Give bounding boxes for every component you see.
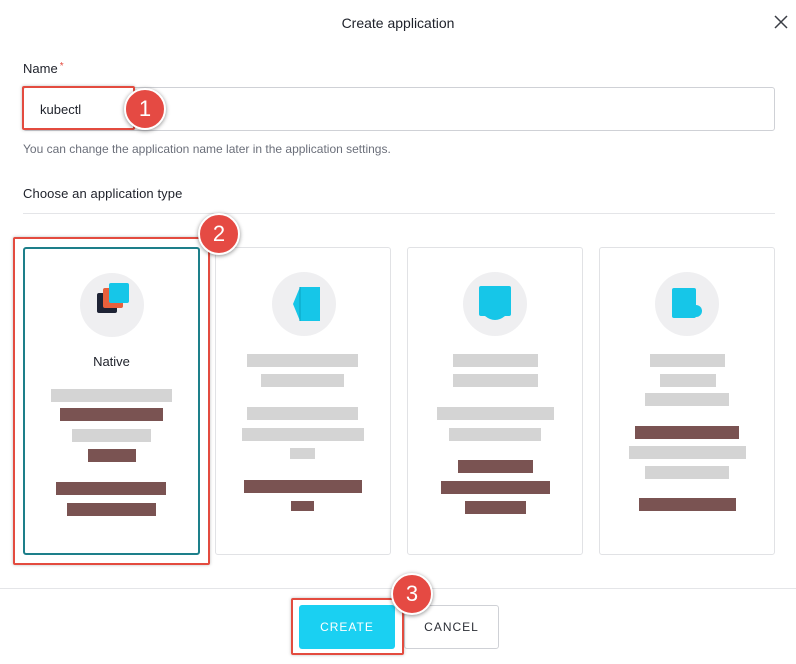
step-marker-2: 2 [198,213,240,255]
step-marker-1: 1 [124,88,166,130]
web-app-icon [479,286,511,320]
required-mark: * [59,61,64,72]
redacted-text [458,460,533,473]
redacted-text [291,501,314,511]
redacted-text [244,480,362,493]
redacted-text [453,354,538,367]
redacted-text [629,446,746,459]
web-app-icon-circle [463,272,527,336]
single-page-app-icon [293,287,320,321]
app-type-card-2[interactable] [215,247,391,555]
redacted-text [453,374,538,387]
redacted-text [660,374,716,387]
close-icon [774,15,788,29]
redacted-text [635,426,739,439]
name-label-text: Name [23,61,58,76]
app-type-card-3[interactable] [407,247,583,555]
name-label: Name * [23,61,64,76]
spa-icon-circle [272,272,336,336]
highlight-create-button [291,598,404,655]
dialog-title: Create application [341,15,455,31]
redacted-text [639,498,736,511]
redacted-text [441,481,550,494]
redacted-text [650,354,725,367]
redacted-text [242,428,364,441]
redacted-text [290,448,315,459]
redacted-text [449,428,541,441]
app-type-card-4[interactable] [599,247,775,555]
redacted-text [645,466,729,479]
close-button[interactable] [769,10,793,34]
m2m-icon-circle [655,272,719,336]
highlight-native-card [13,237,210,565]
step-marker-3: 3 [391,573,433,615]
redacted-text [247,354,358,367]
highlight-name-input [22,86,135,130]
redacted-text [645,393,729,406]
redacted-text [247,407,358,420]
section-divider [23,213,775,214]
name-hint: You can change the application name late… [23,142,391,156]
redacted-text [465,501,526,514]
app-type-label: Choose an application type [23,186,183,201]
redacted-text [261,374,344,387]
machine-to-machine-icon [672,288,702,318]
redacted-text [437,407,554,420]
